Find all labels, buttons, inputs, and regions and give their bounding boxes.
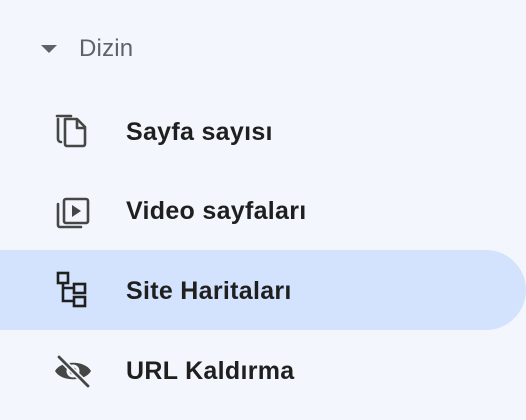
nav-item-url-kaldirma[interactable]: URL Kaldırma (0, 330, 526, 410)
sitemap-icon (53, 270, 93, 310)
video-pages-icon (53, 190, 93, 230)
nav-item-label: URL Kaldırma (126, 357, 295, 385)
arrow-drop-down-icon[interactable] (41, 45, 57, 53)
nav-item-sayfa-sayisi[interactable]: Sayfa sayısı (0, 91, 526, 171)
nav-item-video-sayfalari[interactable]: Video sayfaları (0, 170, 526, 250)
section-label: Dizin (79, 35, 134, 62)
nav-item-label: Site Haritaları (126, 277, 292, 305)
nav-item-site-haritalari[interactable]: Site Haritaları (0, 250, 526, 330)
visibility-off-icon (53, 350, 93, 390)
side-navigation: Dizin Sayfa sayısı Video sayfaları Site … (0, 0, 526, 420)
copy-pages-icon (53, 111, 93, 151)
nav-item-label: Video sayfaları (126, 197, 307, 225)
section-header-dizin[interactable]: Dizin (0, 18, 526, 80)
nav-item-label: Sayfa sayısı (126, 118, 273, 146)
